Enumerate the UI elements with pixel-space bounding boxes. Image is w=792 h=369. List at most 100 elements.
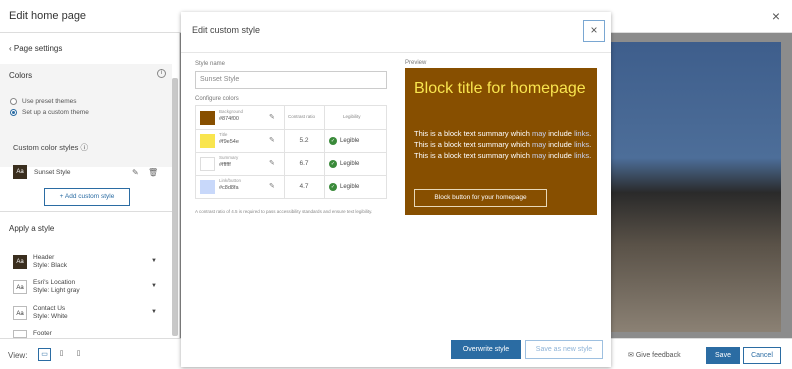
preview-link-text: may	[531, 129, 547, 138]
overwrite-style-button[interactable]: Overwrite style	[451, 340, 521, 359]
edit-pencil-icon[interactable]: ✎	[269, 113, 275, 121]
location-style-chip: Aa	[13, 280, 27, 294]
check-icon: ✓	[329, 183, 337, 191]
tablet-view-icon[interactable]: ▯	[55, 348, 68, 361]
edit-custom-style-dialog: Edit custom style × Style name Sunset St…	[181, 12, 611, 367]
style-name-input[interactable]: Sunset Style	[195, 71, 387, 89]
sidebar: ‹ Page settings Colors i Use preset them…	[0, 33, 180, 338]
radio-preset-themes[interactable]	[10, 98, 17, 105]
delete-trash-icon[interactable]: 🗑	[148, 168, 158, 177]
save-button[interactable]: Save	[706, 347, 740, 364]
back-button[interactable]: ‹ Page settings	[9, 44, 62, 53]
feedback-label: Give feedback	[635, 352, 681, 359]
custom-styles-title: Custom color styles ⓘ	[13, 143, 89, 152]
apply-item-name: Esri's Location	[33, 279, 76, 286]
close-icon[interactable]: ×	[583, 20, 605, 42]
color-value: #c8d8fa	[219, 185, 239, 191]
radio-custom-label: Set up a custom theme	[22, 109, 89, 116]
color-value: #f9e54e	[219, 139, 239, 145]
preview-label: Preview	[405, 60, 427, 66]
style-name-label: Style name	[195, 61, 226, 67]
color-label: Summary	[219, 155, 239, 160]
background-swatch[interactable]	[200, 111, 215, 125]
preview-text-part: include	[546, 140, 575, 149]
color-label: Title	[219, 132, 228, 137]
divider	[196, 129, 386, 130]
contrast-footnote: A contrast ratio of 4.5 is required to p…	[195, 209, 373, 214]
header-style-chip: Aa	[13, 255, 27, 269]
apply-style-title: Apply a style	[9, 224, 55, 233]
hero-image	[609, 42, 781, 332]
color-value: #ffffff	[219, 162, 231, 168]
contrast-ratio: 6.7	[299, 160, 309, 167]
colors-title: Colors	[9, 71, 33, 80]
app-title: Edit home page	[9, 10, 87, 22]
color-label: Background	[219, 109, 244, 114]
color-label: Link/button	[219, 178, 242, 183]
legibility-status: Legible	[340, 161, 360, 167]
chevron-down-icon[interactable]: ▼	[151, 309, 157, 315]
desktop-view-icon[interactable]: ▭	[38, 348, 51, 361]
phone-view-icon[interactable]: ▯	[72, 348, 85, 361]
apply-item-name: Contact Us	[33, 305, 66, 312]
configure-colors-label: Configure colors	[195, 96, 239, 102]
preview-link-text: links	[574, 129, 590, 138]
preview-text-part: include	[546, 129, 575, 138]
radio-preset-label: Use preset themes	[22, 98, 77, 105]
edit-pencil-icon[interactable]: ✎	[132, 168, 139, 177]
view-label: View:	[8, 351, 28, 360]
contrast-header: Contrast ratio	[288, 114, 316, 119]
preview-link-text: may	[531, 140, 547, 149]
divider	[196, 175, 386, 176]
divider	[196, 152, 386, 153]
chevron-down-icon[interactable]: ▼	[151, 283, 157, 289]
back-label: Page settings	[13, 44, 63, 53]
summary-swatch[interactable]	[200, 157, 215, 171]
legibility-header: Legibility	[343, 114, 361, 119]
footer-style-chip	[13, 330, 27, 338]
legibility-status: Legible	[340, 184, 360, 190]
preview-text-part: include	[546, 151, 575, 160]
feedback-icon: ✉	[628, 352, 634, 359]
color-value: #874f00	[219, 116, 239, 122]
preview-summary: This is a block text summary which may i…	[414, 128, 592, 161]
radio-custom-theme[interactable]	[10, 109, 17, 116]
preview-text-part: .	[589, 151, 592, 160]
preview-link-text: links	[574, 151, 590, 160]
contrast-ratio: 5.2	[299, 137, 309, 144]
custom-style-name: Sunset Style	[34, 169, 71, 176]
edit-pencil-icon[interactable]: ✎	[269, 159, 275, 167]
chevron-down-icon[interactable]: ▼	[151, 258, 157, 264]
cancel-button[interactable]: Cancel	[743, 347, 781, 364]
edit-pencil-icon[interactable]: ✎	[269, 182, 275, 190]
contrast-ratio: 4.7	[299, 183, 309, 190]
preview-text-part: This is a block text summary which	[414, 129, 532, 138]
apply-item-style: Style: Black	[33, 262, 67, 269]
info-icon[interactable]: i	[157, 69, 166, 78]
divider	[181, 52, 611, 53]
preview-link-text: may	[531, 151, 547, 160]
add-custom-style-button[interactable]: + Add custom style	[44, 188, 130, 206]
preview-box: Block title for homepage This is a block…	[405, 68, 597, 215]
edit-pencil-icon[interactable]: ✎	[269, 136, 275, 144]
preview-link-text: links	[574, 140, 590, 149]
contact-style-chip: Aa	[13, 306, 27, 320]
legibility-status: Legible	[340, 138, 360, 144]
give-feedback-link[interactable]: ✉ Give feedback	[628, 351, 681, 359]
apply-item-style: Style: Light gray	[33, 287, 80, 294]
color-config-table: Contrast ratio Legibility Background #87…	[195, 105, 387, 199]
preview-title: Block title for homepage	[414, 80, 586, 97]
preview-button: Block button for your homepage	[414, 189, 547, 207]
app-close-icon[interactable]: ×	[772, 8, 780, 24]
sidebar-scrollbar[interactable]	[172, 78, 178, 336]
custom-style-chip: Aa	[13, 165, 27, 179]
save-as-new-style-button[interactable]: Save as new style	[525, 340, 603, 359]
divider	[0, 211, 172, 212]
dialog-title: Edit custom style	[192, 25, 261, 35]
link-button-swatch[interactable]	[200, 180, 215, 194]
apply-item-name: Footer	[33, 330, 52, 337]
check-icon: ✓	[329, 137, 337, 145]
apply-item-style: Style: White	[33, 313, 68, 320]
title-swatch[interactable]	[200, 134, 215, 148]
check-icon: ✓	[329, 160, 337, 168]
